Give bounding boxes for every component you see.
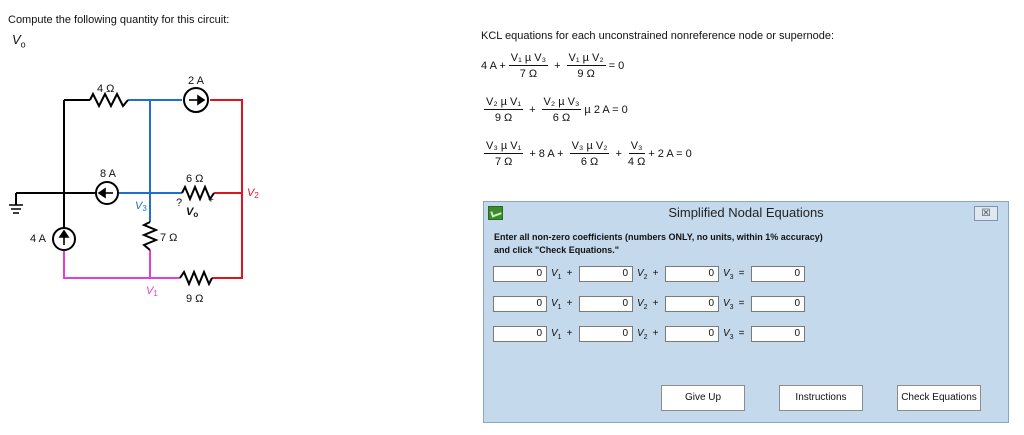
circuit-diagram: 4 Ω 2 A 8 A 6 Ω 7 Ω 9 Ω 4 A ? + Vo V2 V3… [9,75,259,305]
nodal-equations-dialog: Simplified Nodal Equations ☒ Enter all n… [483,201,1009,423]
var-label-row-1-v3: V3 = [723,268,745,281]
resistor-4ohm [89,91,129,109]
instructions-button[interactable]: Instructions [779,385,863,411]
label-vo: Vo [186,206,198,219]
kcl-equation-1: 4 A + V₁ µ V₃ 7 Ω + V₁ µ V₂ 9 Ω = 0 [481,52,624,80]
close-icon[interactable]: ☒ [974,206,998,221]
target-var-sub: o [20,39,26,50]
eq2-tail: µ 2 A = 0 [584,104,628,116]
dialog-title-bar[interactable]: Simplified Nodal Equations ☒ [484,202,1008,224]
check-equations-button[interactable]: Check Equations [897,385,981,411]
eq3-mid: + 8 A + [529,148,564,160]
var-label-row-2-v3: V3 = [723,298,745,311]
coef-input-row-2-v3[interactable]: 0 [665,296,719,312]
eq2-plus: + [529,104,536,116]
target-variable: Vo [12,32,26,50]
label-v2: V2 [247,187,259,200]
coef-input-row-3-v2[interactable]: 0 [579,326,633,342]
eq3-plus: + [615,148,622,160]
kcl-equation-3: V₃ µ V₁ 7 Ω + 8 A + V₃ µ V₂ 6 Ω + V₃ 4 Ω + … [481,140,692,168]
var-label-row-2-v2: V2 + [637,298,659,311]
give-up-button[interactable]: Give Up [661,385,745,411]
label-r4: 4 Ω [97,83,114,95]
arrow-head-8a [97,187,106,199]
coef-input-row-2-v1[interactable]: 0 [493,296,547,312]
label-s4a: 4 A [30,233,47,245]
label-v3: V3 [135,200,147,213]
question-title: Compute the following quantity for this … [8,14,230,26]
resistor-9ohm [179,269,213,287]
arrow-head-4a [58,229,70,238]
eq2-frac2: V₂ µ V₃ 6 Ω [541,96,582,124]
label-vo-question: ? [176,197,182,209]
eq3-tail: + 2 A = 0 [648,148,692,160]
eq3-frac3: V₃ 4 Ω [627,140,646,168]
eq1-lead: 4 A + [481,60,506,72]
var-label-row-3-v2: V2 + [637,328,659,341]
coef-input-row-1-v1[interactable]: 0 [493,266,547,282]
var-label-row-2-v1: V1 + [551,298,573,311]
rhs-input-row-1[interactable]: 0 [751,266,805,282]
label-r7: 7 Ω [160,232,177,244]
var-label-row-3-v1: V1 + [551,328,573,341]
ground-icon [9,204,23,214]
label-vo-plus: + [208,195,214,206]
label-s2a: 2 A [188,75,205,87]
eq1-frac2: V₁ µ V₂ 9 Ω [566,52,606,80]
target-var-name: V [12,32,21,47]
label-r9: 9 Ω [186,293,203,305]
label-s8a: 8 A [100,168,117,180]
wire-red-loop [210,99,243,279]
coef-input-row-1-v2[interactable]: 0 [579,266,633,282]
arrow-head-2a [197,94,206,106]
coef-input-row-2-v2[interactable]: 0 [579,296,633,312]
kcl-title: KCL equations for each unconstrained non… [481,30,835,42]
wire-magenta-bottom [63,250,180,279]
resistor-7ohm [141,221,159,251]
var-label-row-1-v2: V2 + [637,268,659,281]
coef-input-row-1-v3[interactable]: 0 [665,266,719,282]
eq1-frac1: V₁ µ V₃ 7 Ω [508,52,549,80]
coef-input-row-3-v3[interactable]: 0 [665,326,719,342]
eq1-plus: + [554,60,561,72]
coef-input-row-3-v1[interactable]: 0 [493,326,547,342]
var-label-row-3-v3: V3 = [723,328,745,341]
eq1-tail: = 0 [608,60,625,72]
var-label-row-1-v1: V1 + [551,268,573,281]
rhs-input-row-3[interactable]: 0 [751,326,805,342]
eq3-frac2: V₃ µ V₂ 6 Ω [569,140,610,168]
dialog-instructions: Enter all non-zero coefficients (numbers… [494,232,823,255]
eq2-frac1: V₂ µ V₁ 9 Ω [484,96,524,124]
dialog-title: Simplified Nodal Equations [668,205,824,220]
label-v1: V1 [146,285,158,298]
eq3-frac1: V₃ µ V₁ 7 Ω [484,140,524,168]
rhs-input-row-2[interactable]: 0 [751,296,805,312]
label-r6: 6 Ω [186,173,203,185]
kcl-equation-2: V₂ µ V₁ 9 Ω + V₂ µ V₃ 6 Ω µ 2 A = 0 [481,96,628,124]
